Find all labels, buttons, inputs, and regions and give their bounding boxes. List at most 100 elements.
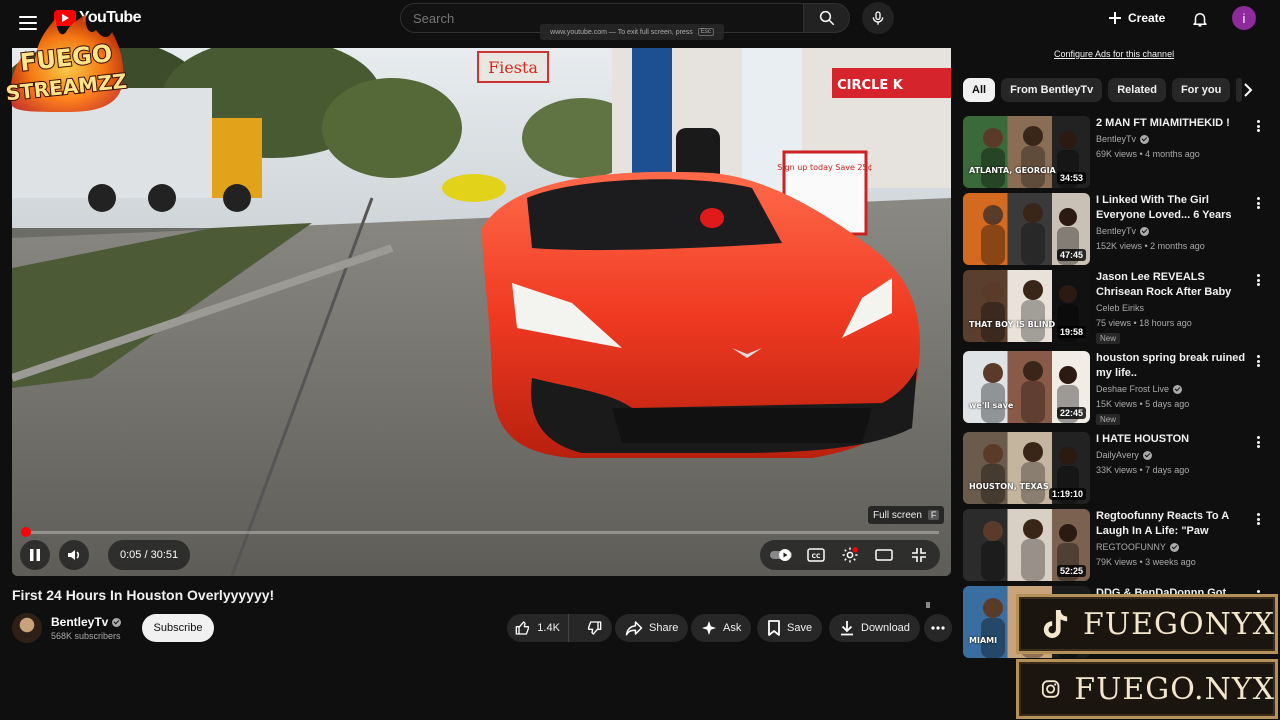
duration-badge: 47:45 [1056, 249, 1086, 261]
ask-button[interactable]: Ask [691, 614, 752, 642]
channel-name-row[interactable]: BentleyTv [51, 615, 122, 629]
recommendation-meta: 33K views • 7 days ago [1096, 465, 1190, 475]
more-vertical-icon[interactable] [1253, 118, 1263, 134]
recommendation-channel-row[interactable]: BentleyTv [1096, 134, 1150, 144]
recommendation-channel[interactable]: BentleyTv [1096, 134, 1136, 144]
new-badge: New [1096, 333, 1121, 344]
recommendation-title[interactable]: Jason Lee REVEALS Chrisean Rock After Ba… [1096, 270, 1246, 300]
recommendation-channel[interactable]: BentleyTv [1096, 226, 1136, 236]
video-thumbnail[interactable]: THAT BOY IS BLIND 19:58 [963, 270, 1090, 342]
duration-badge: 34:53 [1056, 172, 1086, 184]
recommendation-item[interactable]: 52:25 Regtoofunny Reacts To A Laugh In A … [963, 509, 1273, 583]
more-vertical-icon[interactable] [1253, 195, 1263, 211]
more-vertical-icon[interactable] [1253, 353, 1263, 369]
recommendation-channel[interactable]: REGTOOFUNNY [1096, 542, 1166, 552]
recommendation-channel[interactable]: DailyAvery [1096, 450, 1139, 460]
create-button[interactable]: Create [1108, 6, 1165, 30]
save-button[interactable]: Save [757, 614, 823, 642]
more-vertical-icon[interactable] [1253, 434, 1263, 450]
like-button[interactable]: 1.4K [507, 614, 570, 642]
subscribe-button[interactable]: Subscribe [142, 614, 214, 642]
recommendation-channel-row[interactable]: DailyAvery [1096, 450, 1152, 460]
thumbnail-caption: we'll save [969, 401, 1014, 410]
progress-bar[interactable] [21, 527, 939, 537]
circle-k-sign-text: CIRCLE K [837, 78, 904, 93]
more-actions-button[interactable] [924, 614, 952, 642]
more-vertical-icon[interactable] [1253, 272, 1263, 288]
recommendation-channel-row[interactable]: Deshae Frost Live [1096, 384, 1183, 394]
bookmark-icon [768, 620, 780, 636]
download-button[interactable]: Download [829, 614, 920, 642]
recommendation-title[interactable]: I Linked With The Girl Everyone Loved...… [1096, 193, 1246, 223]
account-avatar[interactable]: i [1232, 6, 1256, 30]
verified-icon [1140, 134, 1150, 144]
theater-icon [875, 549, 894, 561]
chip-related[interactable]: Related [1108, 78, 1166, 102]
verified-icon [1169, 542, 1179, 552]
chip-for-you[interactable]: For you [1171, 78, 1231, 102]
recommendation-item[interactable]: THAT BOY IS BLIND 19:58 Jason Lee REVEALS … [963, 270, 1273, 344]
settings-button[interactable] [838, 543, 862, 567]
video-thumbnail[interactable]: we'll save 22:45 [963, 351, 1090, 423]
voice-search-button[interactable] [862, 2, 894, 34]
like-dislike-group: 1.4K [507, 614, 612, 642]
video-title: First 24 Hours In Houston Overlyyyyyy! [12, 587, 275, 603]
chip-from-channel[interactable]: From BentleyTv [1001, 78, 1103, 102]
fullscreen-exit-icon [911, 548, 926, 562]
fuego-streamzz-logo: FUEGO STREAMZZ [4, 14, 129, 112]
like-count: 1.4K [537, 622, 560, 634]
dislike-button[interactable] [575, 614, 612, 642]
fullscreen-exit-hint: www.youtube.com — To exit full screen, p… [540, 24, 724, 40]
recommendation-channel-row[interactable]: BentleyTv [1096, 226, 1150, 236]
chips-next-button[interactable] [1236, 78, 1260, 102]
thumbs-up-icon [515, 621, 530, 635]
recommendation-title[interactable]: houston spring break ruined my life.. [1096, 351, 1246, 381]
recommendation-meta: 15K views • 5 days ago [1096, 399, 1190, 409]
video-thumbnail[interactable]: 47:45 [963, 193, 1090, 265]
video-thumbnail[interactable]: HOUSTON, TEXAS 1:19:10 [963, 432, 1090, 504]
chip-all[interactable]: All [963, 78, 996, 102]
recommendation-item[interactable]: ATLANTA, GEORGIA 34:53 2 MAN FT MIAMITHEKI… [963, 116, 1273, 190]
recommendation-item[interactable]: HOUSTON, TEXAS 1:19:10 I HATE HOUSTON Daily… [963, 432, 1273, 506]
mute-button[interactable] [59, 540, 89, 570]
subscriber-count: 568K subscribers [51, 631, 121, 641]
pause-button[interactable] [20, 540, 50, 570]
verified-icon [1142, 450, 1152, 460]
instagram-icon [1041, 680, 1060, 698]
filter-chips: All From BentleyTv Related For you [963, 78, 1243, 102]
autoplay-toggle[interactable] [769, 543, 793, 567]
recommendation-item[interactable]: we'll save 22:45 houston spring break ruin… [963, 351, 1273, 425]
video-player[interactable]: Fiesta CIRCLE K Sign up today Save 25¢ F… [12, 48, 951, 576]
recommendation-channel[interactable]: Celeb Eiriks [1096, 303, 1144, 313]
download-label: Download [861, 622, 910, 634]
more-vertical-icon[interactable] [1253, 511, 1263, 527]
microphone-icon [872, 11, 884, 25]
sparkle-icon [702, 621, 716, 635]
subtitles-button[interactable]: CC [804, 543, 828, 567]
plus-icon [1109, 12, 1121, 24]
share-icon [625, 621, 643, 636]
player-right-controls: CC [760, 540, 940, 570]
theater-mode-button[interactable] [872, 543, 896, 567]
channel-name[interactable]: BentleyTv [51, 615, 108, 629]
recommendation-title[interactable]: Regtoofunny Reacts To A Laugh In A Life:… [1096, 509, 1246, 539]
search-button[interactable] [804, 3, 850, 33]
recommendation-title[interactable]: I HATE HOUSTON [1096, 432, 1246, 447]
svg-text:CC: CC [811, 553, 820, 560]
notifications-button[interactable] [1188, 7, 1212, 31]
exit-fullscreen-button[interactable] [907, 543, 931, 567]
video-thumbnail[interactable]: ATLANTA, GEORGIA 34:53 [963, 116, 1090, 188]
recommendation-channel-row[interactable]: Celeb Eiriks [1096, 303, 1144, 313]
recommendation-item[interactable]: 47:45 I Linked With The Girl Everyone Lov… [963, 193, 1273, 267]
pump-poster-text: Sign up today Save 25¢ [777, 163, 872, 172]
configure-ads-link[interactable]: Configure Ads for this channel [1054, 49, 1174, 59]
share-button[interactable]: Share [615, 614, 689, 642]
chevron-right-icon [1244, 83, 1253, 97]
create-label: Create [1128, 11, 1166, 25]
share-label: Share [649, 622, 679, 634]
recommendation-channel[interactable]: Deshae Frost Live [1096, 384, 1169, 394]
recommendation-channel-row[interactable]: REGTOOFUNNY [1096, 542, 1179, 552]
channel-avatar[interactable] [12, 613, 42, 643]
recommendation-title[interactable]: 2 MAN FT MIAMITHEKID ! [1096, 116, 1246, 131]
video-thumbnail[interactable]: 52:25 [963, 509, 1090, 581]
